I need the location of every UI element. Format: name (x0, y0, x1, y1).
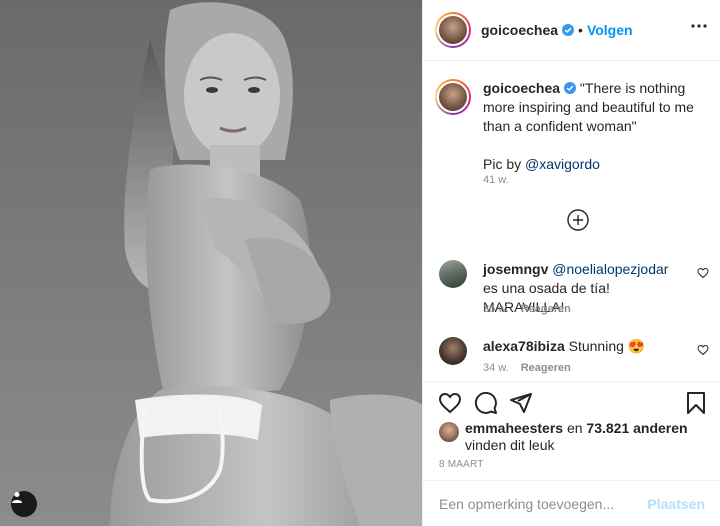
comment-avatar[interactable] (439, 260, 467, 288)
comment-input[interactable] (439, 495, 648, 512)
caption-avatar[interactable] (435, 79, 471, 115)
post-photo[interactable] (0, 0, 422, 526)
pic-by-prefix: Pic by (483, 156, 526, 172)
comment-item: josemngv @noelialopezjodar es una osada … (439, 260, 709, 320)
post-side-panel: goicoechea • Volgen goicoechea "There is… (422, 0, 720, 526)
comment-icon[interactable] (474, 391, 498, 415)
author-avatar[interactable] (435, 12, 471, 48)
photo-illustration (0, 0, 422, 526)
user-tag-icon (12, 492, 22, 503)
heart-outline-icon[interactable] (697, 267, 709, 279)
author-username[interactable]: goicoechea (481, 22, 558, 38)
comment-item: alexa78ibiza Stunning 😍 34 w. Reageren (439, 337, 709, 381)
likes-summary: emmaheesters en 73.821 anderen vinden di… (439, 420, 709, 454)
comment-text: alexa78ibiza Stunning 😍 (483, 337, 683, 356)
add-comment-bar: Plaatsen (423, 480, 720, 526)
caption-text: goicoechea "There is nothing more inspir… (483, 79, 711, 174)
likes-suffix: vinden dit leuk (465, 437, 555, 453)
comments-scroll-area[interactable]: goicoechea "There is nothing more inspir… (423, 61, 720, 381)
comment-username[interactable]: josemngv (483, 261, 548, 277)
reply-button[interactable]: Reageren (521, 303, 571, 315)
comment-mention[interactable]: @noelialopezjodar (552, 261, 668, 277)
heart-outline-icon[interactable] (697, 344, 709, 356)
comment-username[interactable]: alexa78ibiza (483, 338, 565, 354)
share-icon[interactable] (509, 391, 533, 415)
reply-button[interactable]: Reageren (521, 362, 571, 374)
verified-badge-icon (564, 82, 577, 94)
likes-count[interactable]: 73.821 anderen (586, 420, 687, 436)
more-options-icon[interactable] (691, 24, 707, 28)
verified-badge-icon (562, 24, 575, 36)
comment-avatar[interactable] (439, 337, 467, 365)
caption-time: 41 w. (483, 174, 509, 186)
post-comment-button[interactable]: Plaatsen (647, 496, 705, 512)
comment-meta: 35 w. Reageren (483, 303, 571, 315)
comment-body: Stunning 😍 (564, 338, 646, 354)
comment-time: 35 w. (483, 303, 509, 315)
comment-meta: 34 w. Reageren (483, 362, 571, 374)
bookmark-icon[interactable] (685, 391, 707, 415)
post-date: 8 MAART (439, 459, 484, 470)
add-circle-icon[interactable] (567, 209, 589, 231)
post-header: goicoechea • Volgen (423, 0, 720, 61)
likes-connector: en (563, 420, 587, 436)
caption-username[interactable]: goicoechea (483, 80, 560, 96)
comment-time: 34 w. (483, 362, 509, 374)
heart-icon[interactable] (438, 391, 462, 415)
separator-dot: • (578, 22, 583, 38)
tag-user-button[interactable] (11, 491, 37, 517)
follow-button[interactable]: Volgen (587, 22, 633, 38)
caption: goicoechea "There is nothing more inspir… (435, 79, 711, 174)
likes-text: emmaheesters en 73.821 anderen vinden di… (465, 420, 688, 454)
liker-avatar[interactable] (439, 422, 459, 442)
pic-by-mention[interactable]: @xavigordo (525, 156, 600, 172)
liker-username[interactable]: emmaheesters (465, 420, 563, 436)
